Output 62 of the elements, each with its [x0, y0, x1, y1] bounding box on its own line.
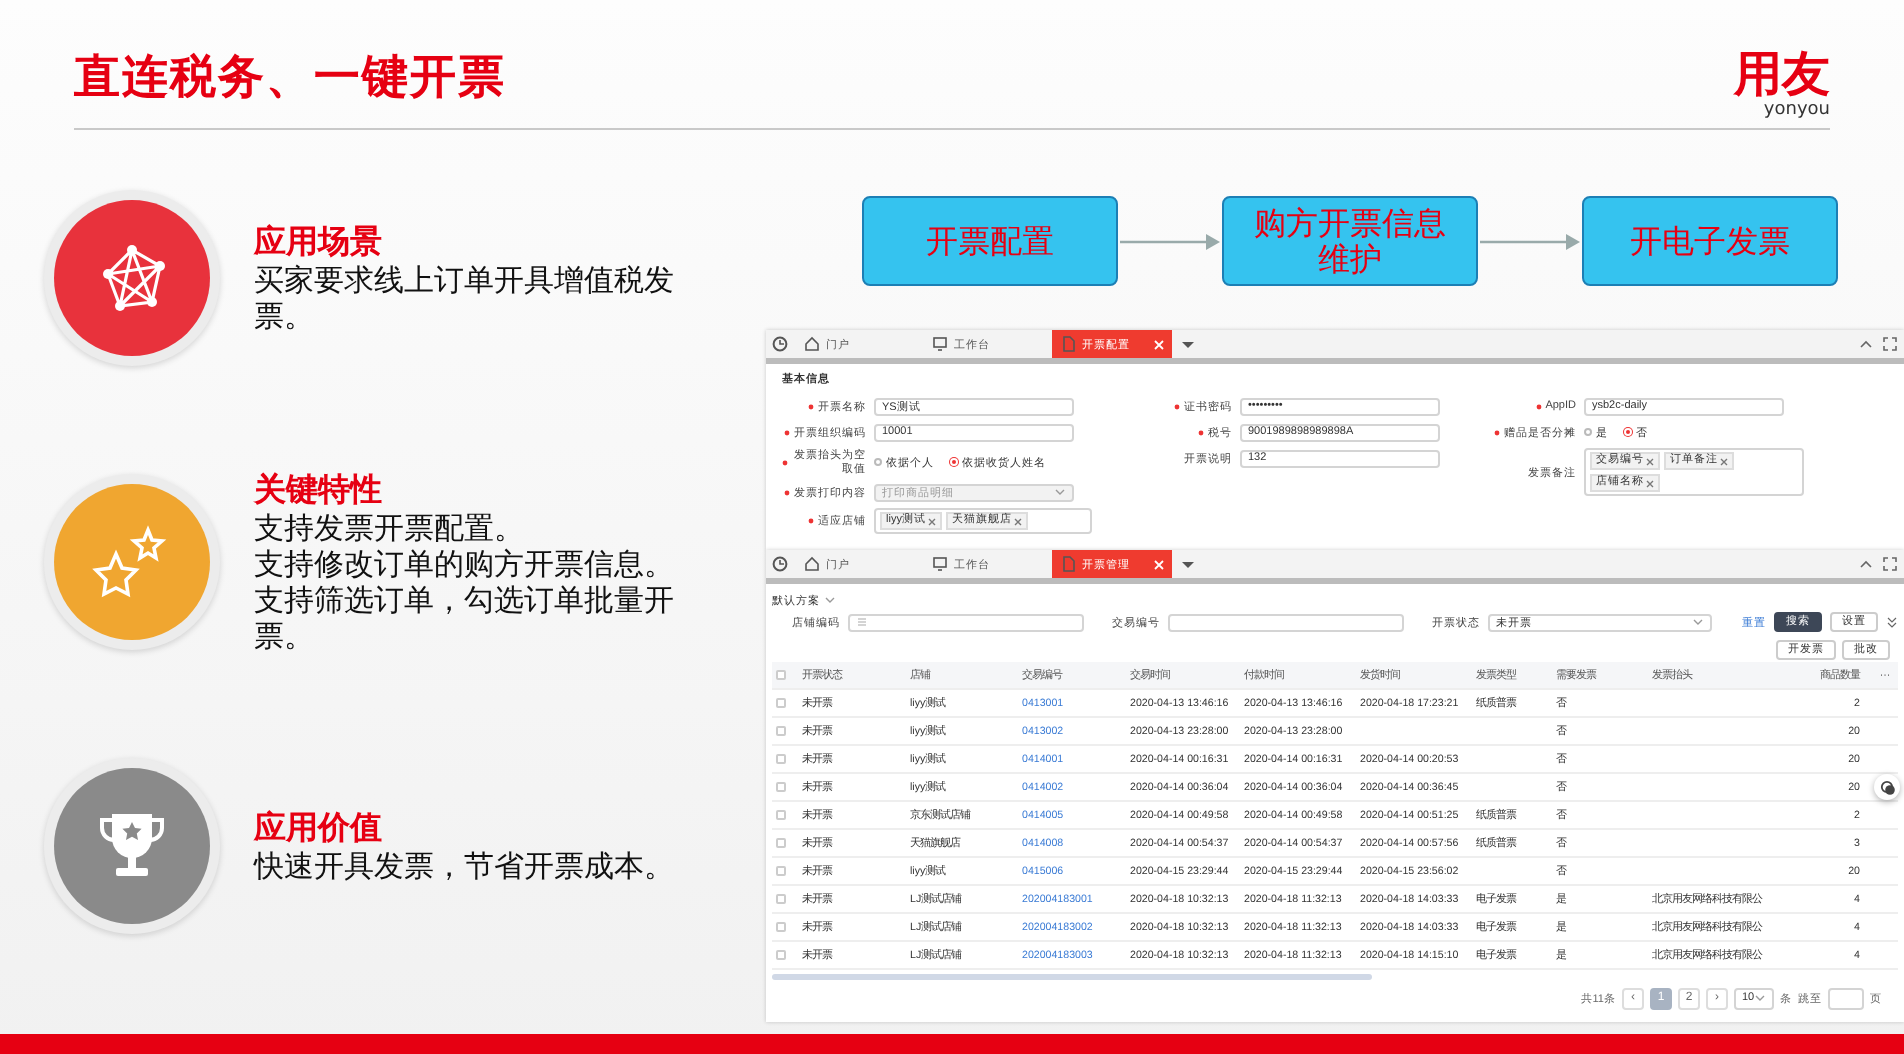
monitor-icon — [932, 336, 948, 352]
clock-icon — [772, 336, 788, 352]
feature-text: 支持筛选订单，勾选订单批量开票。 — [254, 582, 676, 654]
close-icon — [1154, 339, 1164, 349]
checkbox[interactable] — [776, 698, 786, 708]
page-jump-field[interactable] — [1828, 987, 1864, 1009]
logo-text: 用友 — [1734, 48, 1830, 100]
clock-icon — [772, 556, 788, 572]
arrow — [1480, 231, 1580, 251]
checkbox[interactable] — [776, 810, 786, 820]
fullscreen-icon — [1882, 556, 1898, 572]
caret-icon — [1054, 486, 1066, 498]
caret-icon — [1754, 992, 1767, 1004]
feature-text: 快速开具发票，节省开票成本。 — [254, 848, 676, 884]
collapse-icon — [1858, 556, 1874, 572]
fullscreen-icon — [1882, 336, 1898, 352]
expand-icon — [1886, 616, 1898, 628]
checkbox[interactable] — [776, 670, 786, 680]
list-icon — [856, 616, 868, 628]
remove-icon — [1646, 457, 1654, 465]
arrow — [1120, 231, 1220, 251]
slide-title: 直连税务、一键开票 — [74, 50, 506, 108]
caret-icon — [1180, 556, 1196, 572]
feature-heading: 应用场景 — [254, 222, 384, 262]
flow-step: 购方开票信息维护 — [1222, 196, 1478, 286]
feature-text: 支持修改订单的购方开票信息。 — [254, 546, 676, 582]
flow-step: 开票配置 — [862, 196, 1118, 286]
logo-subtext: yonyou — [1763, 100, 1830, 120]
caret-icon — [1180, 336, 1196, 352]
feature-heading: 关键特性 — [254, 470, 384, 510]
monitor-icon — [932, 556, 948, 572]
collapse-icon — [1858, 336, 1874, 352]
radio-button[interactable] — [1584, 428, 1592, 436]
checkbox[interactable] — [776, 782, 786, 792]
input-field[interactable] — [848, 613, 1084, 631]
checkbox[interactable] — [776, 894, 786, 904]
checkbox[interactable] — [776, 726, 786, 736]
checkbox[interactable] — [776, 754, 786, 764]
checkbox[interactable] — [776, 922, 786, 932]
checkbox[interactable] — [776, 950, 786, 960]
feature-text: 支持发票开票配置。 — [254, 510, 526, 546]
radio-button[interactable] — [874, 458, 882, 466]
close-icon — [1154, 559, 1164, 569]
document-icon — [1060, 556, 1076, 572]
feature-heading: 应用价值 — [254, 808, 384, 848]
input-field[interactable] — [1168, 613, 1404, 631]
remove-icon — [1646, 479, 1654, 487]
floating-button[interactable] — [1874, 774, 1900, 800]
checkbox[interactable] — [776, 838, 786, 848]
scrollbar[interactable] — [772, 974, 1372, 980]
home-icon — [804, 336, 820, 352]
flow-step: 开电子发票 — [1582, 196, 1838, 286]
checkbox[interactable] — [776, 866, 786, 876]
caret-icon — [1692, 616, 1704, 628]
remove-icon — [1720, 457, 1728, 465]
feature-text: 买家要求线上订单开具增值税发票。 — [254, 262, 676, 334]
remove-icon — [927, 517, 936, 525]
caret-icon — [824, 594, 836, 606]
home-icon — [804, 556, 820, 572]
chat-icon — [1879, 779, 1895, 795]
remove-icon — [1013, 517, 1022, 525]
document-icon — [1060, 336, 1076, 352]
